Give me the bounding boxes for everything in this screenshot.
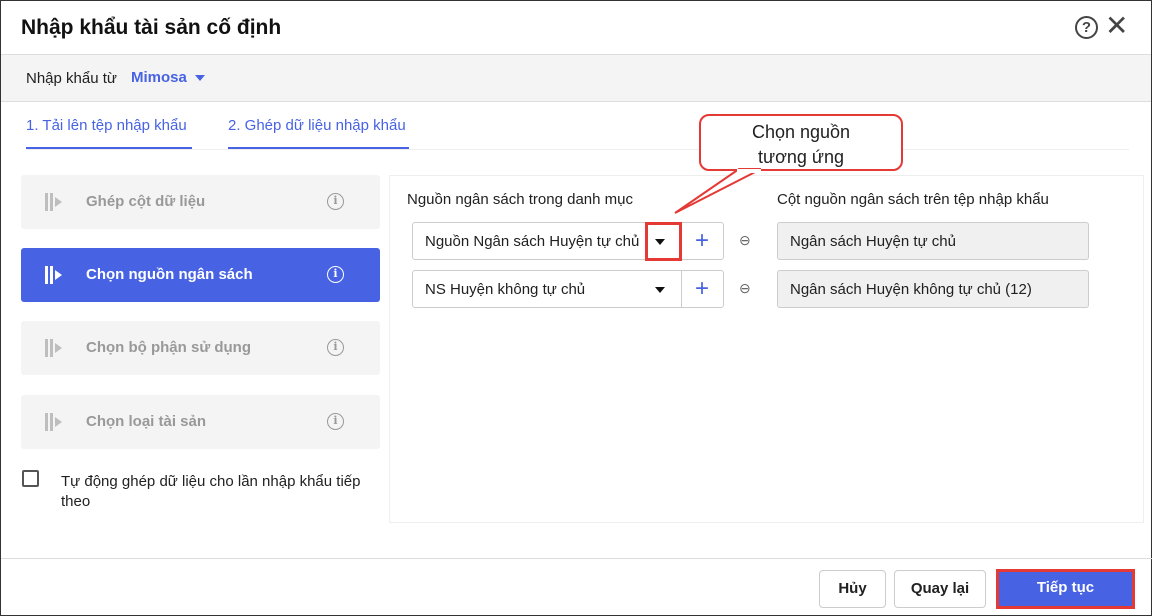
step-budget-source[interactable]: Chọn nguồn ngân sách i: [21, 248, 380, 302]
auto-map-label: Tự động ghép dữ liệu cho lần nhập khẩu t…: [61, 473, 361, 510]
add-icon[interactable]: +: [695, 227, 709, 255]
step-label: Chọn nguồn ngân sách: [86, 266, 253, 283]
tab-upload[interactable]: 1. Tải lên tệp nhập khẩu: [26, 117, 192, 149]
help-icon[interactable]: ?: [1075, 16, 1098, 39]
step-icon: [45, 413, 65, 431]
import-source-label: Nhập khẩu từ: [26, 70, 117, 87]
step-icon: [45, 266, 65, 284]
info-icon[interactable]: i: [327, 339, 344, 356]
auto-map-checkbox[interactable]: [22, 470, 39, 487]
import-source-bar: Nhập khẩu từ Mimosa: [1, 55, 1151, 102]
step-icon: [45, 193, 65, 211]
budget-source-select[interactable]: NS Huyện không tự chủ +: [412, 270, 724, 308]
footer-divider: [1, 558, 1152, 559]
wizard-tabs: 1. Tải lên tệp nhập khẩu 2. Ghép dữ liệu…: [26, 101, 1129, 150]
step-label: Chọn bộ phận sử dụng: [86, 339, 251, 356]
tab-map-data[interactable]: 2. Ghép dữ liệu nhập khẩu: [228, 117, 409, 149]
catalog-column-header: Nguồn ngân sách trong danh mục: [407, 191, 633, 208]
step-label: Chọn loại tài sản: [86, 413, 207, 430]
file-column-value: Ngân sách Huyện tự chủ: [777, 222, 1089, 260]
link-icon: ⊖: [739, 280, 751, 296]
dialog-title: Nhập khẩu tài sản cố định: [21, 16, 282, 39]
dropdown-caret-icon[interactable]: [655, 287, 665, 293]
add-icon[interactable]: +: [695, 275, 709, 303]
info-icon[interactable]: i: [327, 266, 344, 283]
file-column-header: Cột nguồn ngân sách trên tệp nhập khẩu: [777, 191, 1049, 208]
highlight-box: [645, 222, 682, 261]
step-department[interactable]: Chọn bộ phận sử dụng i: [21, 321, 380, 375]
file-column-value: Ngân sách Huyện không tự chủ (12): [777, 270, 1089, 308]
dialog-header: Nhập khẩu tài sản cố định ? ✕: [1, 1, 1151, 55]
caret-down-icon[interactable]: [195, 75, 205, 81]
import-source-select[interactable]: Mimosa: [131, 69, 187, 86]
close-icon[interactable]: ✕: [1105, 11, 1128, 41]
info-icon[interactable]: i: [327, 193, 344, 210]
selected-value: NS Huyện không tự chủ: [425, 281, 586, 298]
link-icon: ⊖: [739, 232, 751, 248]
back-button[interactable]: Quay lại: [894, 570, 986, 608]
callout-pointer: [674, 168, 761, 214]
callout-line: Chọn nguồn: [751, 122, 851, 142]
cancel-button[interactable]: Hủy: [819, 570, 886, 608]
info-icon[interactable]: i: [327, 413, 344, 430]
step-label: Ghép cột dữ liệu: [86, 193, 206, 210]
step-asset-type[interactable]: Chọn loại tài sản i: [21, 395, 380, 449]
selected-value: Nguồn Ngân sách Huyện tự chủ: [425, 233, 640, 250]
step-map-columns[interactable]: Ghép cột dữ liệu i: [21, 175, 380, 229]
next-button[interactable]: Tiếp tục: [996, 569, 1135, 609]
step-icon: [45, 339, 65, 357]
